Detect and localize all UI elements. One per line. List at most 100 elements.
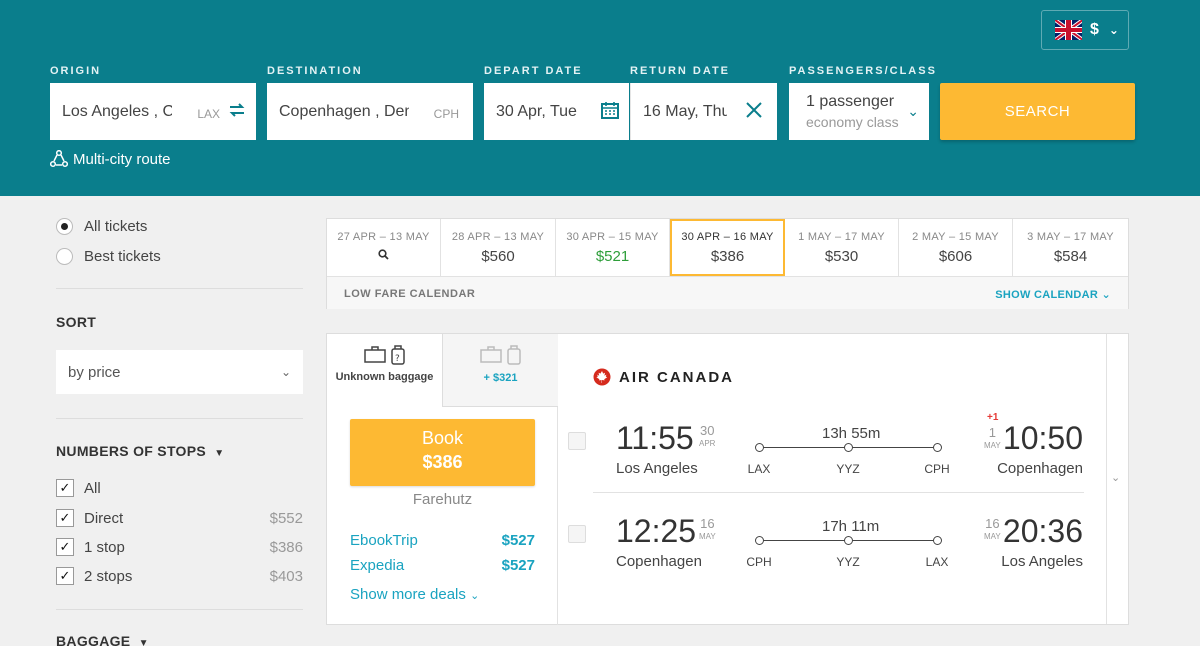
departure-date: 16 MAY bbox=[699, 517, 716, 543]
inbound-leg[interactable]: 12:25 16 MAY Copenhagen 17h 11m CPH YYZ L… bbox=[558, 505, 1106, 585]
calendar-icon[interactable] bbox=[601, 101, 619, 124]
departure-month: MAY bbox=[699, 532, 716, 541]
all-tickets-option[interactable]: All tickets bbox=[56, 218, 147, 235]
arrival-city: Copenhagen bbox=[997, 460, 1083, 477]
checkbox-checked[interactable]: ✓ bbox=[56, 479, 74, 497]
origin-label: ORIGIN bbox=[50, 65, 102, 77]
chevron-down-icon: ⌄ bbox=[907, 103, 919, 119]
baggage-tab-extra[interactable]: + $321 bbox=[442, 334, 558, 407]
calendar-cell[interactable]: 1 MAY – 17 MAY $530 bbox=[785, 219, 899, 276]
calendar-price: $530 bbox=[824, 248, 859, 265]
chevron-down-icon: ⌄ bbox=[280, 365, 291, 379]
stop-filter-1-stop[interactable]: ✓ 1 stop $386 bbox=[56, 538, 303, 556]
low-fare-label: LOW FARE CALENDAR bbox=[344, 288, 476, 300]
show-calendar-label: SHOW CALENDAR bbox=[995, 289, 1099, 301]
stop-filter-all[interactable]: ✓ All bbox=[56, 479, 303, 497]
checkbox-checked[interactable]: ✓ bbox=[56, 509, 74, 527]
route-stop-dot bbox=[755, 443, 764, 452]
depart-date-input[interactable]: 30 Apr, Tue bbox=[484, 103, 580, 121]
destination-field[interactable]: Copenhagen , Denmark CPH bbox=[267, 83, 473, 140]
departure-month: APR bbox=[699, 439, 716, 448]
stop-filter-direct[interactable]: ✓ Direct $552 bbox=[56, 509, 303, 527]
calendar-cell[interactable]: 27 APR – 13 MAY bbox=[327, 219, 441, 276]
next-day-indicator: +1 bbox=[987, 412, 999, 423]
expand-chevron-icon[interactable]: ⌄ bbox=[1111, 471, 1120, 484]
calendar-cell[interactable]: 30 APR – 15 MAY $521 bbox=[556, 219, 670, 276]
leg-checkbox[interactable] bbox=[568, 525, 586, 543]
airport-code: LAX bbox=[747, 462, 771, 476]
stops-heading[interactable]: NUMBERS OF STOPS ▼ bbox=[56, 443, 224, 459]
origin-field[interactable]: Los Angeles , CA LAX bbox=[50, 83, 256, 140]
show-more-deals-link[interactable]: Show more deals ⌄ bbox=[350, 586, 479, 603]
low-fare-calendar: 27 APR – 13 MAY 28 APR – 13 MAY $560 30 … bbox=[326, 218, 1129, 309]
route-stop-dot bbox=[844, 443, 853, 452]
show-calendar-link[interactable]: SHOW CALENDAR ⌄ bbox=[995, 288, 1111, 301]
clear-icon[interactable] bbox=[745, 101, 763, 124]
origin-input[interactable]: Los Angeles , CA bbox=[50, 103, 172, 121]
baggage-heading[interactable]: BAGGAGE ▼ bbox=[56, 633, 149, 646]
calendar-price: $521 bbox=[595, 248, 630, 265]
departure-city: Copenhagen bbox=[616, 553, 702, 570]
checkbox-checked[interactable]: ✓ bbox=[56, 567, 74, 585]
calendar-price: $560 bbox=[481, 248, 515, 265]
destination-code: CPH bbox=[433, 107, 459, 121]
calendar-price: $386 bbox=[710, 248, 745, 265]
deal-row[interactable]: EbookTrip $527 bbox=[350, 532, 535, 549]
calendar-dates: 30 APR – 15 MAY bbox=[566, 231, 659, 243]
airport-code: YYZ bbox=[836, 555, 860, 569]
calendar-dates: 1 MAY – 17 MAY bbox=[798, 231, 885, 243]
sort-value: by price bbox=[68, 363, 121, 381]
baggage-heading-label: BAGGAGE bbox=[56, 633, 131, 646]
swap-icon[interactable] bbox=[228, 101, 246, 124]
deal-agent[interactable]: Expedia bbox=[350, 557, 404, 574]
departure-day: 16 bbox=[700, 516, 715, 531]
calendar-cell[interactable]: 28 APR – 13 MAY $560 bbox=[441, 219, 556, 276]
stop-price: $386 bbox=[269, 538, 303, 556]
arrival-city: Los Angeles bbox=[1001, 553, 1083, 570]
calendar-dates: 2 MAY – 15 MAY bbox=[912, 231, 999, 243]
stops-heading-label: NUMBERS OF STOPS bbox=[56, 443, 207, 459]
search-button[interactable]: SEARCH bbox=[940, 83, 1135, 140]
deal-agent[interactable]: EbookTrip bbox=[350, 532, 418, 549]
passengers-field[interactable]: 1 passenger economy class ⌄ bbox=[789, 83, 929, 140]
multi-city-link[interactable]: Multi-city route bbox=[50, 150, 171, 168]
arrival-time: 10:50 bbox=[1002, 420, 1083, 456]
calendar-cell[interactable]: 3 MAY – 17 MAY $584 bbox=[1013, 219, 1128, 276]
checkbox-checked[interactable]: ✓ bbox=[56, 538, 74, 556]
deal-price[interactable]: $527 bbox=[502, 532, 535, 549]
stop-label: Direct bbox=[84, 509, 124, 527]
depart-date-field[interactable]: 30 Apr, Tue bbox=[484, 83, 629, 140]
suitcase-icon bbox=[363, 346, 386, 363]
return-date-input[interactable]: 16 May, Thu bbox=[631, 103, 727, 121]
calendar-price: $606 bbox=[938, 248, 973, 265]
book-button[interactable]: Book $386 bbox=[350, 419, 535, 486]
outbound-leg[interactable]: 11:55 30 APR Los Angeles 13h 55m LAX YYZ … bbox=[558, 412, 1106, 492]
destination-input[interactable]: Copenhagen , Denmark bbox=[267, 103, 409, 121]
sort-select[interactable]: by price ⌄ bbox=[56, 350, 303, 394]
stop-price: $552 bbox=[269, 509, 303, 527]
return-date-field[interactable]: 16 May, Thu bbox=[630, 83, 777, 140]
suitcase-icon bbox=[479, 346, 502, 363]
calendar-cell-active[interactable]: 30 APR – 16 MAY $386 bbox=[670, 219, 785, 276]
departure-time: 12:25 bbox=[616, 513, 697, 549]
currency-selector[interactable]: $ ⌄ bbox=[1041, 10, 1129, 50]
origin-code: LAX bbox=[197, 107, 220, 121]
baggage-tab-unknown[interactable]: ? Unknown baggage bbox=[327, 334, 442, 407]
agent-name: Farehutz bbox=[412, 491, 473, 508]
sort-heading: SORT bbox=[56, 314, 97, 330]
carry-on-unknown-icon: ? bbox=[390, 345, 405, 365]
radio-unselected[interactable] bbox=[56, 248, 73, 265]
leg-checkbox[interactable] bbox=[568, 432, 586, 450]
departure-time: 11:55 bbox=[616, 420, 694, 456]
deal-price[interactable]: $527 bbox=[502, 557, 535, 574]
stop-filter-2-stops[interactable]: ✓ 2 stops $403 bbox=[56, 567, 303, 585]
best-tickets-option[interactable]: Best tickets bbox=[56, 248, 161, 265]
chevron-down-icon: ⌄ bbox=[470, 590, 480, 602]
calendar-cell[interactable]: 2 MAY – 15 MAY $606 bbox=[899, 219, 1013, 276]
chevron-down-icon: ⌄ bbox=[1108, 23, 1119, 37]
airline-name: AIR CANADA bbox=[619, 368, 734, 386]
radio-selected[interactable] bbox=[56, 218, 73, 235]
deal-row[interactable]: Expedia $527 bbox=[350, 557, 535, 574]
search-icon bbox=[327, 249, 440, 263]
baggage-tab-label: Unknown baggage bbox=[335, 371, 434, 383]
